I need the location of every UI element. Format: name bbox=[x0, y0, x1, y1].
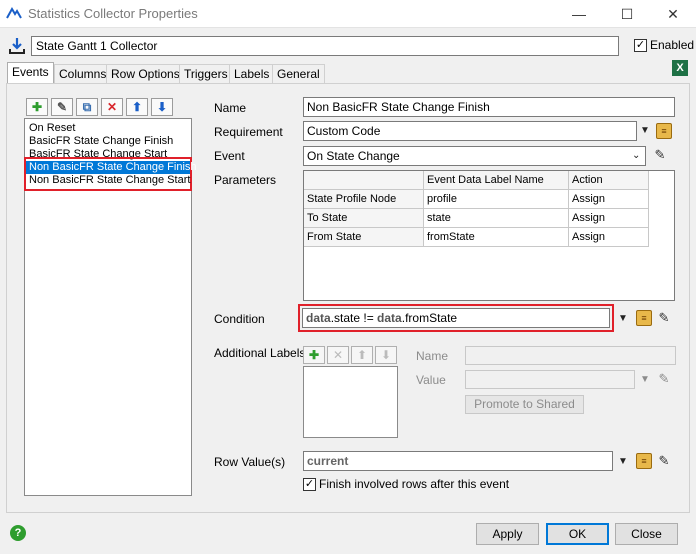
table-row[interactable]: To State state Assign bbox=[304, 209, 650, 228]
duplicate-event-button[interactable]: ⧉ bbox=[76, 98, 98, 116]
close-button[interactable]: Close bbox=[615, 523, 678, 545]
event-list-toolbar: ✚ ✎ ⧉ ✕ ⬆ ⬇ bbox=[26, 98, 173, 116]
condition-dropdown-icon[interactable]: ▼ bbox=[618, 313, 628, 324]
al-value-input[interactable] bbox=[465, 370, 635, 389]
add-label-button[interactable]: ✚ bbox=[303, 346, 325, 364]
row-header-cell: State Profile Node bbox=[304, 190, 424, 209]
tab-row-options[interactable]: Row Options bbox=[106, 64, 185, 83]
event-item-nonbasicfr-start[interactable]: Non BasicFR State Change Start bbox=[26, 174, 190, 187]
condition-keyword: data bbox=[306, 311, 331, 325]
al-value-label: Value bbox=[416, 373, 446, 387]
header-cell-label-name: Event Data Label Name bbox=[424, 171, 569, 190]
tab-general[interactable]: General bbox=[272, 64, 325, 83]
condition-sampler-icon[interactable]: ✎ bbox=[656, 310, 672, 326]
action-cell[interactable]: Assign bbox=[569, 228, 649, 247]
code-edit-scroll-icon[interactable]: ≡ bbox=[656, 123, 672, 139]
enabled-label: Enabled bbox=[650, 38, 695, 52]
al-value-sampler-icon[interactable]: ✎ bbox=[656, 371, 672, 387]
event-item-nonbasicfr-finish[interactable]: Non BasicFR State Change Finish bbox=[26, 161, 197, 174]
row-header-cell: To State bbox=[304, 209, 424, 228]
delete-event-button[interactable]: ✕ bbox=[101, 98, 123, 116]
row-values-input[interactable]: current bbox=[303, 451, 613, 471]
requirement-label: Requirement bbox=[214, 125, 283, 139]
add-event-button[interactable]: ✚ bbox=[26, 98, 48, 116]
al-name-label: Name bbox=[416, 349, 449, 363]
tab-events[interactable]: Events bbox=[7, 62, 54, 83]
ok-button[interactable]: OK bbox=[546, 523, 609, 545]
object-name-input[interactable]: State Gantt 1 Collector bbox=[31, 36, 619, 56]
enabled-checkbox[interactable]: ✓ bbox=[634, 38, 647, 52]
window-title: Statistics Collector Properties bbox=[28, 6, 198, 21]
highlight-box-list: Non BasicFR State Change Finish Non Basi… bbox=[24, 157, 197, 191]
event-name-input[interactable]: Non BasicFR State Change Finish bbox=[303, 97, 675, 117]
label-name-cell[interactable]: state bbox=[424, 209, 569, 228]
condition-text: .fromState bbox=[401, 311, 458, 325]
close-window-button[interactable]: ✕ bbox=[650, 0, 696, 28]
minimize-button[interactable]: — bbox=[556, 0, 602, 28]
row-values-dropdown-icon[interactable]: ▼ bbox=[618, 456, 628, 467]
condition-label: Condition bbox=[214, 312, 265, 326]
row-values-sampler-icon[interactable]: ✎ bbox=[656, 453, 672, 469]
event-dropdown-chevron-icon[interactable]: ⌄ bbox=[632, 150, 640, 161]
tab-triggers[interactable]: Triggers bbox=[179, 64, 233, 83]
move-down-button[interactable]: ⬇ bbox=[151, 98, 173, 116]
excel-export-icon[interactable]: X bbox=[672, 60, 688, 76]
condition-text: .state != bbox=[330, 311, 378, 325]
enabled-checkbox-group[interactable]: ✓ Enabled bbox=[634, 38, 694, 52]
row-values-label: Row Value(s) bbox=[214, 455, 286, 469]
action-cell[interactable]: Assign bbox=[569, 209, 649, 228]
additional-labels-list[interactable] bbox=[303, 366, 398, 438]
table-row[interactable]: State Profile Node profile Assign bbox=[304, 190, 650, 209]
condition-code-scroll-icon[interactable]: ≡ bbox=[636, 310, 652, 326]
apply-button[interactable]: Apply bbox=[476, 523, 539, 545]
sampler-button[interactable]: ✎ bbox=[51, 98, 73, 116]
finish-rows-checkbox[interactable]: ✓ bbox=[303, 477, 316, 491]
event-item-on-reset[interactable]: On Reset bbox=[26, 122, 190, 135]
event-select[interactable]: On State Change bbox=[303, 146, 646, 166]
parameters-table[interactable]: Event Data Label Name Action State Profi… bbox=[303, 170, 675, 301]
name-label: Name bbox=[214, 101, 247, 115]
action-cell[interactable]: Assign bbox=[569, 190, 649, 209]
parameters-label: Parameters bbox=[214, 173, 277, 187]
move-up-button[interactable]: ⬆ bbox=[126, 98, 148, 116]
requirement-dropdown-icon[interactable]: ▼ bbox=[640, 125, 650, 136]
finish-rows-checkbox-group[interactable]: ✓ Finish involved rows after this event bbox=[303, 477, 509, 491]
condition-input[interactable]: data.state != data.fromState bbox=[302, 308, 610, 328]
event-sampler-icon[interactable]: ✎ bbox=[652, 147, 668, 163]
help-icon[interactable]: ? bbox=[10, 525, 26, 541]
tab-labels[interactable]: Labels bbox=[229, 64, 275, 83]
finish-rows-label: Finish involved rows after this event bbox=[319, 477, 510, 491]
tab-columns[interactable]: Columns bbox=[54, 64, 112, 83]
label-name-cell[interactable]: profile bbox=[424, 190, 569, 209]
label-name-cell[interactable]: fromState bbox=[424, 228, 569, 247]
header-cell-blank bbox=[304, 171, 424, 190]
header-cell-action: Action bbox=[569, 171, 649, 190]
label-down-button[interactable]: ⬇ bbox=[375, 346, 397, 364]
table-header-row: Event Data Label Name Action bbox=[304, 171, 650, 190]
row-values-code-scroll-icon[interactable]: ≡ bbox=[636, 453, 652, 469]
condition-keyword: data bbox=[377, 311, 402, 325]
event-label: Event bbox=[214, 149, 245, 163]
remove-label-button[interactable]: ✕ bbox=[327, 346, 349, 364]
flexsim-app-icon bbox=[6, 6, 22, 20]
download-arrow-icon[interactable] bbox=[8, 37, 26, 55]
event-item-basicfr-finish[interactable]: BasicFR State Change Finish bbox=[26, 135, 190, 148]
promote-to-shared-button[interactable]: Promote to Shared bbox=[465, 395, 584, 414]
additional-labels-label: Additional Labels bbox=[214, 346, 306, 360]
maximize-button[interactable]: ☐ bbox=[604, 0, 650, 28]
requirement-input[interactable]: Custom Code bbox=[303, 121, 637, 141]
label-up-button[interactable]: ⬆ bbox=[351, 346, 373, 364]
row-header-cell: From State bbox=[304, 228, 424, 247]
al-value-dropdown-icon[interactable]: ▼ bbox=[640, 374, 650, 385]
table-row[interactable]: From State fromState Assign bbox=[304, 228, 650, 247]
al-name-input[interactable] bbox=[465, 346, 676, 365]
